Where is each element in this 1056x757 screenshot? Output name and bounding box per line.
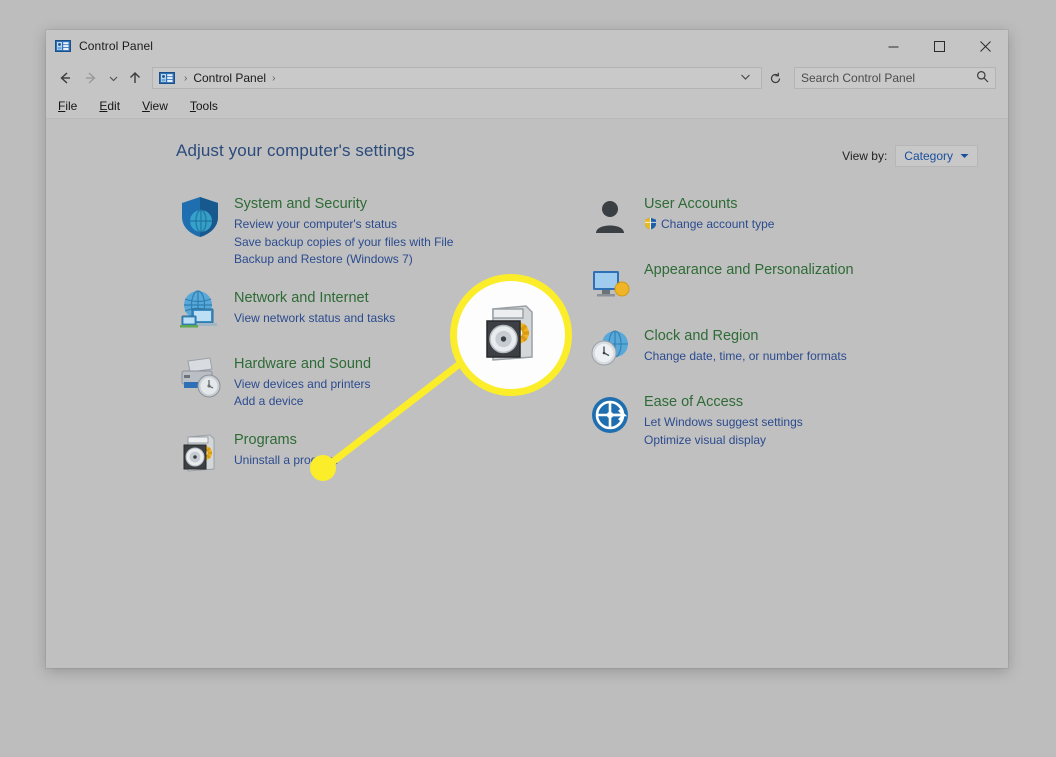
category-link[interactable]: Backup and Restore (Windows 7) bbox=[234, 251, 453, 269]
menu-item-file[interactable]: File bbox=[58, 99, 77, 113]
breadcrumb-separator: › bbox=[184, 72, 188, 84]
user-accounts-icon bbox=[586, 193, 634, 241]
category-link[interactable]: Add a device bbox=[234, 393, 371, 411]
category-column-right: User Accounts Change account type Appear… bbox=[586, 193, 936, 495]
category-link[interactable]: Review your computer's status bbox=[234, 216, 453, 234]
category-clock-and-region[interactable]: Clock and Region Change date, time, or n… bbox=[586, 325, 936, 373]
menu-item-tools[interactable]: Tools bbox=[190, 99, 218, 113]
recent-locations-chevron-down-icon[interactable] bbox=[104, 65, 122, 91]
view-by-control: View by: Category bbox=[842, 145, 978, 167]
category-link[interactable]: Optimize visual display bbox=[644, 432, 803, 450]
view-by-label: View by: bbox=[842, 149, 888, 163]
category-link[interactable]: Change account type bbox=[644, 216, 774, 236]
ease-of-access-icon bbox=[586, 391, 634, 439]
category-link[interactable]: Save backup copies of your files with Fi… bbox=[234, 234, 453, 252]
category-body: System and Security Review your computer… bbox=[234, 193, 453, 269]
page-title: Adjust your computer's settings bbox=[176, 141, 415, 160]
menu-view-rest: iew bbox=[149, 99, 168, 113]
category-link[interactable]: Change date, time, or number formats bbox=[644, 348, 847, 366]
maximize-button[interactable] bbox=[916, 30, 962, 62]
control-panel-content: Adjust your computer's settings View by:… bbox=[46, 119, 1008, 668]
control-panel-icon bbox=[55, 38, 71, 54]
category-body: Clock and Region Change date, time, or n… bbox=[644, 325, 847, 373]
category-title[interactable]: Programs bbox=[234, 431, 338, 450]
control-panel-window: Control Panel › Control Panel › Search C… bbox=[46, 30, 1008, 668]
category-link[interactable]: View devices and printers bbox=[234, 376, 371, 394]
menu-bar: File Edit View Tools bbox=[46, 94, 1008, 119]
category-body: Appearance and Personalization bbox=[644, 259, 854, 307]
up-button[interactable] bbox=[122, 65, 148, 91]
clock-region-icon bbox=[586, 325, 634, 373]
category-link[interactable]: View network status and tasks bbox=[234, 310, 395, 328]
network-globe-icon bbox=[176, 287, 224, 335]
category-body: Programs Uninstall a program bbox=[234, 429, 338, 477]
search-input[interactable]: Search Control Panel bbox=[794, 67, 996, 89]
category-title[interactable]: User Accounts bbox=[644, 195, 774, 214]
menu-file-rest: ile bbox=[65, 99, 78, 113]
address-toolbar: › Control Panel › Search Control Panel bbox=[46, 62, 1008, 94]
search-icon[interactable] bbox=[976, 70, 989, 86]
menu-item-edit[interactable]: Edit bbox=[99, 99, 120, 113]
callout-magnifier bbox=[450, 274, 572, 396]
menu-tools-rest: ools bbox=[195, 99, 218, 113]
category-title[interactable]: Hardware and Sound bbox=[234, 355, 371, 374]
breadcrumb[interactable]: › Control Panel › bbox=[152, 67, 762, 89]
shield-security-icon bbox=[176, 193, 224, 241]
category-title[interactable]: System and Security bbox=[234, 195, 453, 214]
category-title[interactable]: Ease of Access bbox=[644, 393, 803, 412]
category-title[interactable]: Network and Internet bbox=[234, 289, 395, 308]
category-title[interactable]: Clock and Region bbox=[644, 327, 847, 346]
category-title[interactable]: Appearance and Personalization bbox=[644, 261, 854, 280]
title-bar: Control Panel bbox=[46, 30, 1008, 62]
category-system-and-security[interactable]: System and Security Review your computer… bbox=[176, 193, 526, 269]
category-link[interactable]: Let Windows suggest settings bbox=[644, 414, 803, 432]
window-title: Control Panel bbox=[79, 39, 154, 53]
breadcrumb-item-control-panel[interactable]: Control Panel bbox=[193, 71, 266, 85]
breadcrumb-chevron-down-icon[interactable] bbox=[734, 73, 757, 84]
search-placeholder: Search Control Panel bbox=[801, 71, 916, 85]
category-appearance-and-personalization[interactable]: Appearance and Personalization bbox=[586, 259, 936, 307]
category-link[interactable]: Uninstall a program bbox=[234, 452, 338, 470]
forward-button[interactable] bbox=[78, 65, 104, 91]
content-header: Adjust your computer's settings View by:… bbox=[72, 141, 982, 167]
chevron-down-icon bbox=[960, 152, 969, 161]
menu-view-key: V bbox=[142, 99, 150, 113]
appearance-icon bbox=[586, 259, 634, 307]
programs-disc-icon bbox=[475, 297, 547, 374]
programs-disc-icon bbox=[176, 429, 224, 477]
menu-edit-rest: dit bbox=[107, 99, 121, 113]
control-panel-icon bbox=[159, 70, 175, 86]
breadcrumb-separator-2[interactable]: › bbox=[272, 73, 275, 84]
category-body: Ease of Access Let Windows suggest setti… bbox=[644, 391, 803, 449]
category-body: User Accounts Change account type bbox=[644, 193, 774, 241]
back-button[interactable] bbox=[52, 65, 78, 91]
refresh-button[interactable] bbox=[764, 67, 786, 89]
window-controls bbox=[870, 30, 1008, 62]
uac-shield-icon bbox=[644, 217, 657, 236]
category-programs[interactable]: Programs Uninstall a program bbox=[176, 429, 526, 477]
minimize-button[interactable] bbox=[870, 30, 916, 62]
printer-hardware-icon bbox=[176, 353, 224, 401]
view-by-value: Category bbox=[904, 149, 953, 163]
category-body: Hardware and Sound View devices and prin… bbox=[234, 353, 371, 411]
menu-item-view[interactable]: View bbox=[142, 99, 168, 113]
close-button[interactable] bbox=[962, 30, 1008, 62]
category-link-text: Change account type bbox=[661, 217, 775, 231]
category-ease-of-access[interactable]: Ease of Access Let Windows suggest setti… bbox=[586, 391, 936, 449]
category-body: Network and Internet View network status… bbox=[234, 287, 395, 335]
view-by-dropdown[interactable]: Category bbox=[895, 145, 978, 167]
category-user-accounts[interactable]: User Accounts Change account type bbox=[586, 193, 936, 241]
